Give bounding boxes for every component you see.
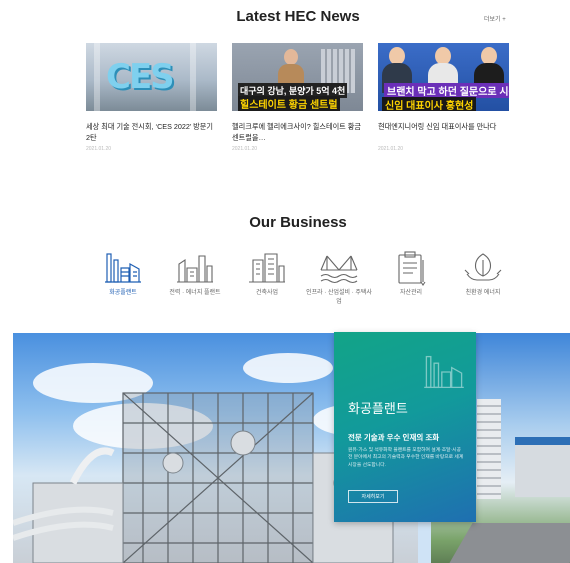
business-category-list: 화공플랜트 전력 · 에너지 플랜트 건축사업 인프라 · 산업설비 · 주택사… xyxy=(88,250,520,310)
chemical-plant-icon xyxy=(105,253,141,283)
business-section-title: Our Business xyxy=(249,214,347,231)
business-item-label: 화공플랜트 xyxy=(109,290,137,296)
business-item-label: 인프라 · 산업설비 · 주택사업 xyxy=(306,290,372,305)
thumbnail-caption: 힐스테이트 황금 센트럴 xyxy=(238,96,340,111)
news-card[interactable]: 브랜치 막고 하던 질문으로 시작 신임 대표이사 홍현성 현대엔지니어링 신임… xyxy=(378,43,509,152)
news-thumbnail[interactable]: 브랜치 막고 하던 질문으로 시작 신임 대표이사 홍현성 xyxy=(378,43,509,111)
thumbnail-caption: CES xyxy=(106,57,175,97)
business-item-chemical-plant[interactable]: 화공플랜트 xyxy=(88,250,158,298)
thumbnail-caption: 브랜치 막고 하던 질문으로 시작 xyxy=(384,83,509,98)
chemical-plant-icon xyxy=(424,355,464,389)
business-item-label: 건축사업 xyxy=(255,290,279,296)
panel-title: 화공플랜트 xyxy=(348,401,408,416)
business-item-label: 전력 · 에너지 플랜트 xyxy=(169,290,221,296)
business-item-building[interactable]: 건축사업 xyxy=(232,250,302,298)
news-card-title[interactable]: 현대엔지니어링 신임 대표이사를 만나다 xyxy=(378,121,509,143)
business-item-asset-management[interactable]: 자산관리 xyxy=(376,250,446,298)
news-card-date: 2021.01.20 xyxy=(232,146,258,152)
news-card[interactable]: CES 세상 최대 기술 전시회, ‘CES 2022’ 방문기 2탄 2021… xyxy=(86,43,217,152)
news-thumbnail[interactable]: CES xyxy=(86,43,217,111)
business-item-power-plant[interactable]: 전력 · 에너지 플랜트 xyxy=(160,250,230,298)
news-more-link[interactable]: 더보기 + xyxy=(484,14,506,23)
news-card-date: 2021.01.20 xyxy=(86,146,112,152)
news-thumbnail[interactable]: 대구의 강남, 분양가 5억 4천 힐스테이트 황금 센트럴 xyxy=(232,43,363,111)
building-icon xyxy=(249,253,285,283)
business-item-eco-energy[interactable]: 친환경 에너지 xyxy=(448,250,518,298)
news-card-title[interactable]: 세상 최대 기술 전시회, ‘CES 2022’ 방문기 2탄 xyxy=(86,121,217,143)
news-card[interactable]: 대구의 강남, 분양가 5억 4천 힐스테이트 황금 센트럴 헬리크루에 헬리에… xyxy=(232,43,363,152)
business-item-infrastructure[interactable]: 인프라 · 산업설비 · 주택사업 xyxy=(304,250,374,307)
panel-subtitle: 전문 기술과 우수 인재의 조화 xyxy=(348,433,440,442)
hero-banner xyxy=(13,333,570,563)
thumbnail-caption: 신임 대표이사 홍현성 xyxy=(382,97,477,111)
news-card-date: 2021.01.20 xyxy=(378,146,404,152)
business-detail-panel: 화공플랜트 전문 기술과 우수 인재의 조화 원유·가스 및 석유화학 플랜트를… xyxy=(334,332,476,522)
news-card-title[interactable]: 헬리크루에 헬리에크사이? 힐스테이트 황금 센트럴을… xyxy=(232,121,363,143)
view-details-button[interactable]: 자세히보기 xyxy=(348,490,398,503)
business-item-label: 친환경 에너지 xyxy=(465,290,501,296)
power-plant-icon xyxy=(177,255,213,283)
eco-energy-icon xyxy=(464,253,502,281)
business-item-label: 자산관리 xyxy=(399,290,423,296)
asset-clipboard-icon xyxy=(398,251,426,286)
panel-description: 원유·가스 및 석유화학 플랜트를 포함하여 설계·조달·시공 전 분야에서 최… xyxy=(348,448,464,468)
bridge-icon xyxy=(320,255,358,284)
